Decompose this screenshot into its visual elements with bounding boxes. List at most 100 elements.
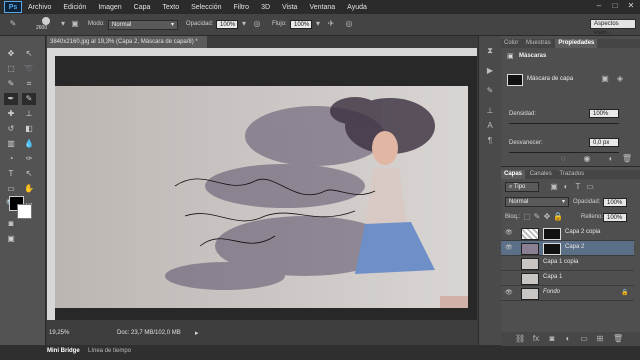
- blend-mode-select[interactable]: Normal ▾: [505, 197, 569, 207]
- brush-tool-icon[interactable]: ✎: [22, 93, 36, 105]
- lasso-tool-icon[interactable]: ➰: [22, 63, 36, 75]
- maximize-icon[interactable]: □: [610, 1, 620, 11]
- pressure-opacity-icon[interactable]: ◎: [252, 19, 262, 29]
- menu-3d[interactable]: 3D: [261, 4, 270, 11]
- tab-properties[interactable]: Propiedades: [555, 39, 598, 48]
- screen-mode-icon[interactable]: ▣: [4, 233, 18, 245]
- layer-opacity-input[interactable]: 100%: [603, 198, 627, 207]
- layer-mask-thumbnail[interactable]: [543, 243, 561, 255]
- artboard-tool-icon[interactable]: ↖: [22, 48, 36, 60]
- hand-tool-icon[interactable]: ✋: [22, 183, 36, 195]
- chevron-down-icon[interactable]: ▾: [58, 19, 68, 29]
- actions-icon[interactable]: ▶: [484, 66, 496, 76]
- character-icon[interactable]: A: [484, 121, 496, 131]
- pressure-size-icon[interactable]: ◎: [344, 19, 354, 29]
- canvas-image[interactable]: [55, 56, 477, 320]
- flow-input[interactable]: 100%: [290, 20, 312, 29]
- minimize-icon[interactable]: –: [594, 1, 604, 11]
- filter-shape-icon[interactable]: ▭: [585, 182, 595, 192]
- new-layer-icon[interactable]: ⊞: [595, 334, 605, 344]
- airbrush-icon[interactable]: ✈: [326, 19, 336, 29]
- trash-icon[interactable]: 🗑: [613, 334, 623, 344]
- tab-paths[interactable]: Trazados: [556, 170, 587, 179]
- tab-timeline[interactable]: Línea de tiempo: [88, 348, 131, 354]
- marquee-tool-icon[interactable]: ⬚: [4, 63, 18, 75]
- eye-icon[interactable]: 👁: [505, 229, 513, 236]
- menu-archivo[interactable]: Archivo: [28, 4, 51, 11]
- dodge-tool-icon[interactable]: ◔: [4, 153, 18, 165]
- move-tool-icon[interactable]: ✥: [4, 48, 18, 60]
- mode-select[interactable]: Normal ▾: [108, 20, 178, 30]
- pixel-mask-icon[interactable]: ▣: [599, 74, 611, 84]
- menu-filtro[interactable]: Filtro: [234, 4, 250, 11]
- menu-ayuda[interactable]: Ayuda: [347, 4, 367, 11]
- eye-icon[interactable]: 👁: [505, 289, 513, 296]
- mask-thumbnail[interactable]: [507, 74, 523, 86]
- feather-input[interactable]: 0,0 px: [589, 138, 619, 147]
- layer-style-icon[interactable]: fx: [531, 334, 541, 344]
- zoom-level[interactable]: 19,25%: [49, 330, 69, 336]
- add-mask-icon[interactable]: ◙: [547, 334, 557, 344]
- lock-transparency-icon[interactable]: ⬚: [523, 212, 531, 222]
- vector-mask-icon[interactable]: ◈: [614, 74, 626, 84]
- healing-tool-icon[interactable]: ✚: [4, 108, 18, 120]
- tab-color[interactable]: Color: [501, 39, 521, 48]
- tab-mini-bridge[interactable]: Mini Bridge: [47, 348, 80, 354]
- canvas-area[interactable]: [55, 56, 477, 320]
- filter-adjust-icon[interactable]: ◐: [561, 182, 571, 192]
- chevron-right-icon[interactable]: ▸: [195, 329, 199, 337]
- opacity-input[interactable]: 100%: [216, 20, 238, 29]
- type-tool-icon[interactable]: T: [4, 168, 18, 180]
- tab-swatches[interactable]: Muestras: [523, 39, 554, 48]
- path-select-tool-icon[interactable]: ↖: [22, 168, 36, 180]
- eye-icon[interactable]: 👁: [505, 244, 513, 251]
- crop-tool-icon[interactable]: ⌗: [22, 78, 36, 90]
- chevron-down-icon[interactable]: ▾: [314, 19, 322, 29]
- lock-all-icon[interactable]: 🔒: [553, 212, 563, 222]
- quick-mask-icon[interactable]: ◙: [4, 218, 18, 230]
- history-brush-icon[interactable]: ↺: [4, 123, 18, 135]
- blur-tool-icon[interactable]: 💧: [22, 138, 36, 150]
- chevron-down-icon[interactable]: ▾: [240, 19, 248, 29]
- lock-position-icon[interactable]: ✥: [543, 212, 551, 222]
- document-tab[interactable]: 3840x2160.jpg al 19,3% (Capa 2, Máscara …: [47, 36, 207, 48]
- density-input[interactable]: 100%: [589, 109, 619, 118]
- tab-channels[interactable]: Canales: [527, 170, 555, 179]
- adjustment-layer-icon[interactable]: ◐: [563, 334, 573, 344]
- filter-pixel-icon[interactable]: ▣: [549, 182, 559, 192]
- layer-mask-thumbnail[interactable]: [543, 228, 561, 240]
- visibility-icon[interactable]: ◉: [581, 154, 593, 164]
- apply-mask-icon[interactable]: ◐: [605, 154, 617, 164]
- menu-seleccion[interactable]: Selección: [191, 4, 221, 11]
- trash-icon[interactable]: 🗑: [621, 154, 633, 164]
- background-color-swatch[interactable]: [17, 204, 32, 219]
- layer-filter-select[interactable]: ⌕ Tipo: [505, 182, 539, 192]
- gradient-tool-icon[interactable]: ▥: [4, 138, 18, 150]
- layer-row[interactable]: 👁 Capa 2 copia: [501, 226, 634, 241]
- mask-select-icon[interactable]: ◌: [557, 154, 569, 164]
- lock-pixels-icon[interactable]: ✎: [533, 212, 541, 222]
- history-icon[interactable]: ⧗: [484, 46, 496, 56]
- menu-capa[interactable]: Capa: [134, 4, 151, 11]
- layer-row[interactable]: Capa 1: [501, 271, 634, 286]
- menu-ventana[interactable]: Ventana: [309, 4, 335, 11]
- menu-imagen[interactable]: Imagen: [98, 4, 121, 11]
- quick-select-tool-icon[interactable]: ✎: [4, 78, 18, 90]
- new-group-icon[interactable]: ▭: [579, 334, 589, 344]
- feather-slider[interactable]: [509, 152, 619, 153]
- link-layers-icon[interactable]: ⛓: [515, 334, 525, 344]
- paragraph-icon[interactable]: ¶: [484, 136, 496, 146]
- tab-layers[interactable]: Capas: [501, 170, 526, 179]
- brush-presets-icon[interactable]: ✎: [484, 86, 496, 96]
- close-icon[interactable]: ✕: [626, 1, 636, 11]
- layer-row[interactable]: Capa 1 copia: [501, 256, 634, 271]
- layer-row[interactable]: 👁 Fondo 🔒: [501, 286, 634, 301]
- layer-row-selected[interactable]: 👁 Capa 2: [501, 241, 634, 256]
- brush-tool-icon[interactable]: ✎: [6, 19, 20, 29]
- eraser-tool-icon[interactable]: ◧: [22, 123, 36, 135]
- menu-texto[interactable]: Texto: [162, 4, 179, 11]
- filter-type-icon[interactable]: T: [573, 182, 583, 192]
- workspace-select[interactable]: Aspectos esen...: [590, 19, 636, 36]
- menu-edicion[interactable]: Edición: [63, 4, 86, 11]
- menu-vista[interactable]: Vista: [282, 4, 297, 11]
